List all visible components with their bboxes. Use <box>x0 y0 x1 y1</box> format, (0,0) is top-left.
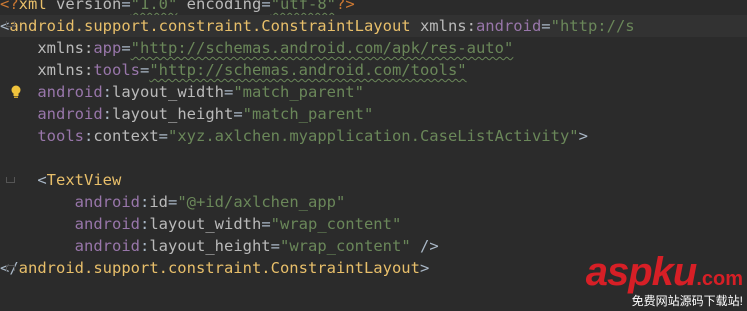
code-token: android <box>0 237 140 255</box>
code-token: app <box>93 39 122 57</box>
code-token: version <box>46 0 122 13</box>
code-token: : <box>102 105 112 123</box>
code-token: "wrap_content" <box>280 237 411 255</box>
code-token: android.support.constraint.ConstraintLay… <box>18 259 420 277</box>
watermark-brand: aspku <box>585 250 698 294</box>
code-token: /> <box>410 237 439 255</box>
code-line-5[interactable]: android:layout_width="match_parent" <box>0 81 747 103</box>
code-token: tools <box>93 61 140 79</box>
code-line-9[interactable]: <TextView <box>0 169 747 191</box>
code-token: layout_height <box>112 105 234 123</box>
code-line-1[interactable]: <?xml version="1.0" encoding="utf-8"?> <box>0 0 747 15</box>
code-token: android <box>0 193 140 211</box>
code-token: "xyz.axlchen.myapplication.CaseListActiv… <box>168 127 579 145</box>
code-token: android <box>0 215 140 233</box>
code-token: <? <box>0 0 19 13</box>
code-token: "utf-8" <box>270 0 337 13</box>
fold-marker-icon[interactable] <box>6 21 15 27</box>
code-token: = <box>121 39 131 57</box>
code-token: "http://schemas.android.com/tools" <box>149 61 467 79</box>
code-token: context <box>93 127 159 145</box>
code-token: "match_parent" <box>233 83 364 101</box>
lightbulb-icon[interactable] <box>10 85 22 99</box>
code-token: : <box>139 215 150 233</box>
code-line-4[interactable]: xmlns:tools="http://schemas.android.com/… <box>0 59 747 81</box>
code-line-8[interactable] <box>0 147 747 169</box>
code-token: = <box>168 193 178 211</box>
code-line-11[interactable]: android:layout_width="wrap_content" <box>0 213 747 235</box>
code-token: android <box>475 17 542 35</box>
code-token: xmlns: <box>410 17 476 35</box>
code-token: = <box>223 83 234 101</box>
code-token: = <box>140 61 150 79</box>
watermark-tld: .com <box>696 268 743 290</box>
code-line-7[interactable]: tools:context="xyz.axlchen.myapplication… <box>0 125 747 147</box>
code-token: = <box>261 215 271 233</box>
fold-end-marker-icon[interactable] <box>6 265 15 271</box>
code-token: xmlns: <box>0 39 94 57</box>
code-token: "@+id/axlchen_app" <box>177 193 346 211</box>
code-token: ?> <box>336 0 355 13</box>
code-token: "http://schemas.android.com/apk/res-auto… <box>130 39 514 57</box>
code-token: = <box>261 0 271 13</box>
code-token: = <box>121 0 131 13</box>
code-token: : <box>139 237 150 255</box>
code-line-3[interactable]: xmlns:app="http://schemas.android.com/ap… <box>0 37 747 59</box>
code-token: xmlns: <box>0 61 94 79</box>
code-token: > <box>578 127 588 145</box>
code-token: xml <box>18 0 47 13</box>
code-token: layout_width <box>112 83 224 101</box>
code-token: = <box>233 105 243 123</box>
code-token: = <box>158 127 169 145</box>
code-token: layout_height <box>149 237 271 255</box>
code-token: layout_width <box>149 215 262 233</box>
code-token: : <box>84 127 94 145</box>
code-token: android <box>0 105 103 123</box>
code-token: TextView <box>46 171 122 189</box>
code-token: tools <box>0 127 84 145</box>
code-token: = <box>270 237 280 255</box>
fold-marker-icon[interactable] <box>6 177 15 183</box>
code-token: : <box>139 193 150 211</box>
code-token: "http://s <box>550 17 635 35</box>
code-token: "match_parent" <box>242 105 374 123</box>
code-token: "1.0" <box>130 0 178 13</box>
code-token: > <box>419 259 430 277</box>
code-line-2[interactable]: <android.support.constraint.ConstraintLa… <box>0 15 747 37</box>
code-line-6[interactable]: android:layout_height="match_parent" <box>0 103 747 125</box>
code-token: android.support.constraint.ConstraintLay… <box>9 17 411 35</box>
code-token: = <box>541 17 551 35</box>
code-token: "wrap_content" <box>270 215 402 233</box>
watermark: aspku.com 免费网站源码下载站! <box>586 252 743 309</box>
watermark-tagline: 免费网站源码下载站! <box>631 294 743 308</box>
code-token: id <box>149 193 168 211</box>
code-line-10[interactable]: android:id="@+id/axlchen_app" <box>0 191 747 213</box>
code-token: encoding <box>177 0 262 13</box>
code-token: : <box>102 83 112 101</box>
